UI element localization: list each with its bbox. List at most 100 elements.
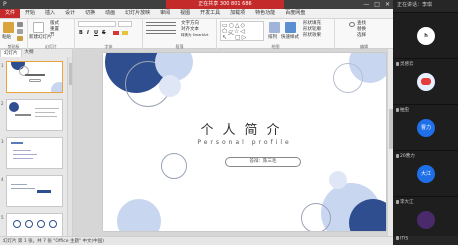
- copy-icon[interactable]: [17, 29, 23, 34]
- slide-thumbnail-3[interactable]: [6, 137, 63, 169]
- find-icon: [349, 22, 355, 27]
- screen: P 正在共享 300 801 686 — □ ✕ 文件 开始 插入 设计 切换 …: [0, 0, 458, 245]
- participant-tile[interactable]: 抽虫 曹力: [393, 104, 458, 150]
- title-bar: P 正在共享 300 801 686 — □ ✕: [0, 0, 393, 9]
- thumb-circle: [25, 220, 33, 228]
- decor-circle-outline: [161, 153, 187, 179]
- find-button[interactable]: 查找: [357, 21, 366, 26]
- bold-button[interactable]: B: [79, 30, 83, 36]
- font-name-field[interactable]: [78, 21, 116, 27]
- quick-access-icon[interactable]: P: [3, 1, 7, 8]
- replace-button[interactable]: 替换: [357, 27, 366, 32]
- shapes-gallery[interactable]: ▭○△◇ ⬠▱☆◁ ↖⌒▢▷: [220, 21, 264, 41]
- slide-thumbnail-2[interactable]: [6, 99, 63, 131]
- format-painter-icon[interactable]: [17, 36, 23, 41]
- thumb-text-line: [11, 184, 27, 185]
- participant-name: 李大江: [396, 199, 414, 205]
- slide-thumbnail-5[interactable]: [6, 213, 63, 236]
- participant-tile[interactable]: 李大江: [393, 196, 458, 236]
- paste-icon[interactable]: [3, 22, 14, 33]
- thumb-title-line: [25, 74, 45, 76]
- align-icon[interactable]: [146, 30, 176, 34]
- highlight-icon[interactable]: [122, 31, 128, 35]
- tab-slides[interactable]: 幻灯片: [0, 49, 22, 57]
- arrange-icon[interactable]: [269, 22, 280, 33]
- tab-developer[interactable]: 开发工具: [195, 9, 225, 18]
- italic-button[interactable]: I: [87, 30, 89, 36]
- new-slide-icon[interactable]: [33, 22, 44, 33]
- shape-outline-button[interactable]: 形状轮廓: [303, 27, 321, 32]
- mic-icon: [396, 107, 399, 112]
- slides-group: 新建幻灯片 版式 重置 节 幻灯片: [28, 19, 75, 50]
- shape-fill-button[interactable]: 形状填充: [303, 21, 321, 26]
- slide-thumbnail-4[interactable]: [6, 175, 63, 207]
- participant-tile[interactable]: 20曹力 大江: [393, 150, 458, 196]
- new-slide-label[interactable]: 新建幻灯片: [29, 35, 52, 40]
- layout-button[interactable]: 版式: [50, 21, 59, 26]
- participant-tile[interactable]: 灵感云: [393, 58, 458, 104]
- editing-group: 查找 替换 选择 编辑: [335, 19, 393, 50]
- font-size-field[interactable]: [118, 21, 132, 27]
- tab-slideshow[interactable]: 幻灯片放映: [120, 9, 155, 18]
- section-button[interactable]: 节: [50, 33, 55, 38]
- tab-review[interactable]: 审阅: [155, 9, 175, 18]
- decor-circle-outline: [301, 203, 331, 231]
- tab-view[interactable]: 视图: [175, 9, 195, 18]
- arrange-label[interactable]: 排列: [268, 35, 277, 40]
- participant-tile[interactable]: h: [393, 12, 458, 58]
- pane-scrollbar[interactable]: [67, 57, 72, 236]
- tab-baidu-netdisk[interactable]: 百度网盘: [280, 9, 310, 18]
- mic-icon: [396, 236, 399, 240]
- slide-title[interactable]: 个人简介: [103, 119, 386, 138]
- minimize-button[interactable]: —: [363, 0, 369, 9]
- tab-file[interactable]: 文件: [0, 9, 21, 18]
- screen-share-badge[interactable]: 正在共享 300 801 686: [166, 0, 284, 9]
- list-icon[interactable]: [146, 22, 176, 26]
- participant-name: 抽虫: [396, 107, 409, 113]
- tab-animations[interactable]: 动画: [100, 9, 120, 18]
- thumb-text-line: [13, 150, 31, 151]
- powerpoint-window: P 正在共享 300 801 686 — □ ✕ 文件 开始 插入 设计 切换 …: [0, 0, 393, 245]
- tab-transitions[interactable]: 切换: [80, 9, 100, 18]
- align-text-button[interactable]: 对齐文本: [181, 27, 199, 32]
- tab-insert[interactable]: 插入: [40, 9, 60, 18]
- participant-name: 20曹力: [396, 153, 415, 159]
- mic-icon: [396, 199, 399, 204]
- speaking-indicator: 正在讲话：李琪: [397, 2, 433, 8]
- shape-effects-button[interactable]: 形状效果: [303, 33, 321, 38]
- thumb-circle: [13, 220, 21, 228]
- window-controls: — □ ✕: [363, 0, 390, 9]
- tab-home[interactable]: 开始: [20, 9, 40, 18]
- thumb-number: 1: [1, 63, 4, 68]
- font-color-icon[interactable]: [113, 31, 119, 35]
- select-button[interactable]: 选择: [357, 33, 366, 38]
- cut-icon[interactable]: [17, 22, 23, 27]
- clipboard-group: 粘贴 剪贴板: [0, 19, 28, 50]
- slide-subtitle[interactable]: Personal profile: [103, 139, 386, 146]
- tab-outline[interactable]: 大纲: [22, 49, 37, 57]
- tab-design[interactable]: 设计: [60, 9, 80, 18]
- smartart-button[interactable]: 转换为 SmartArt: [181, 33, 208, 38]
- thumb-number: 2: [1, 101, 4, 106]
- strikethrough-button[interactable]: S: [102, 30, 106, 36]
- thumb-text-line: [15, 114, 31, 116]
- decor-circle-outline: [333, 63, 363, 93]
- ribbon-tabs: 文件 开始 插入 设计 切换 动画 幻灯片放映 审阅 视图 开发工具 加载项 特…: [0, 9, 393, 18]
- underline-button[interactable]: U: [94, 30, 98, 36]
- pane-scroll-thumb[interactable]: [69, 63, 72, 85]
- slide-thumbnail-1[interactable]: [6, 61, 63, 93]
- text-direction-button[interactable]: 文字方向: [181, 21, 199, 26]
- maximize-button[interactable]: □: [374, 0, 380, 9]
- decor-circle-light: [159, 75, 181, 97]
- quick-styles-icon[interactable]: [285, 22, 296, 33]
- tab-features[interactable]: 特色功能: [250, 9, 280, 18]
- quick-styles-label[interactable]: 快速样式: [281, 35, 299, 40]
- tab-addins[interactable]: 加载项: [225, 9, 250, 18]
- current-slide[interactable]: 个人简介 Personal profile 答辩：陈三毛: [103, 53, 386, 231]
- thumb-circle: [37, 220, 45, 228]
- decor-circle-light: [329, 171, 347, 189]
- reset-button[interactable]: 重置: [50, 27, 59, 32]
- presenter-pill[interactable]: 答辩：陈三毛: [225, 157, 301, 167]
- close-button[interactable]: ✕: [385, 0, 390, 9]
- thumb-text-line: [11, 142, 23, 144]
